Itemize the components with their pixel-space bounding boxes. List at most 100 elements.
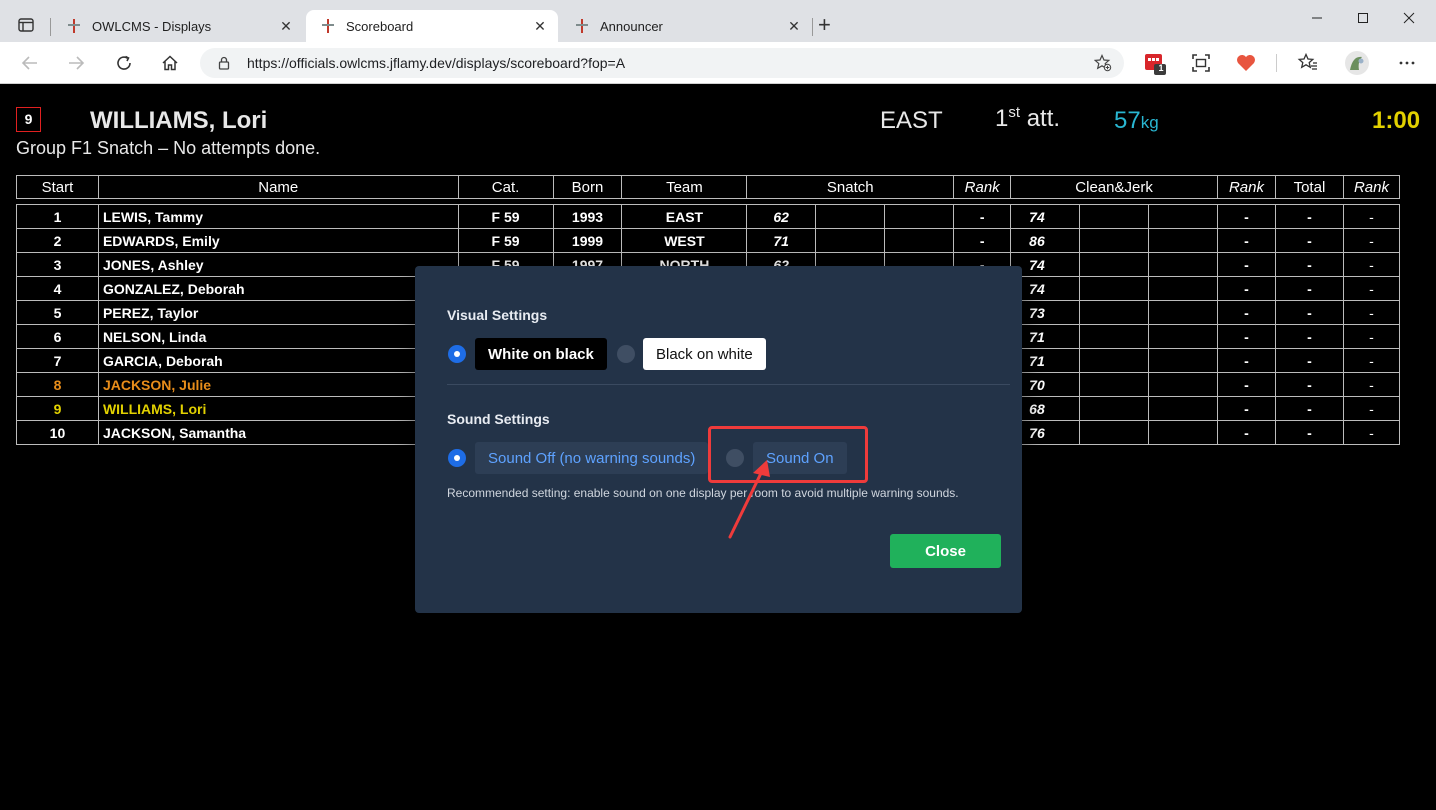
snatch-2-cell xyxy=(815,228,886,253)
start-cell: 1 xyxy=(16,204,99,229)
snatch-3-cell xyxy=(884,204,955,229)
attempt-timer: 1:00 xyxy=(1372,107,1421,134)
header-clean-jerk: Clean&Jerk xyxy=(1010,175,1218,199)
black-on-white-option[interactable]: Black on white xyxy=(643,338,766,370)
cj-rank-cell: - xyxy=(1217,276,1276,301)
total-rank-cell: - xyxy=(1342,204,1401,229)
white-on-black-option[interactable]: White on black xyxy=(475,338,607,370)
minimize-window-icon[interactable] xyxy=(1294,8,1340,28)
home-icon[interactable] xyxy=(158,51,182,75)
category-cell: F 59 xyxy=(457,204,554,229)
cj-2-cell xyxy=(1079,372,1150,397)
tab-separator xyxy=(50,18,51,36)
start-cell: 3 xyxy=(16,252,99,277)
annotation-arrow-icon xyxy=(728,460,770,539)
favorites-icon[interactable] xyxy=(1297,52,1319,74)
header-start: Start xyxy=(16,175,99,199)
maximize-window-icon[interactable] xyxy=(1340,8,1386,28)
address-bar[interactable]: https://officials.owlcms.jflamy.dev/disp… xyxy=(200,48,1124,78)
radio-sound-off[interactable] xyxy=(448,449,466,467)
snatch-1-cell: 71 xyxy=(746,228,817,253)
sound-recommendation-note: Recommended setting: enable sound on one… xyxy=(447,486,959,500)
header-name: Name xyxy=(97,175,459,199)
born-cell: 1993 xyxy=(552,204,623,229)
browser-tab-bar: OWLCMS - Displays ✕ Scoreboard ✕ Announc… xyxy=(0,0,1436,42)
header-snatch: Snatch xyxy=(746,175,955,199)
forward-arrow-icon[interactable] xyxy=(64,51,88,75)
tab-actions-icon[interactable] xyxy=(10,12,42,38)
start-cell: 9 xyxy=(16,396,99,421)
add-favorite-star-icon[interactable] xyxy=(1094,54,1112,72)
header-snatch-rank: Rank xyxy=(953,175,1012,199)
url-text[interactable]: https://officials.owlcms.jflamy.dev/disp… xyxy=(247,55,625,71)
snatch-rank-cell: - xyxy=(953,204,1012,229)
close-button[interactable]: Close xyxy=(890,534,1001,568)
team-cell: EAST xyxy=(621,204,748,229)
profile-avatar[interactable] xyxy=(1344,50,1370,76)
name-cell: EDWARDS, Emily xyxy=(97,228,459,253)
tab-owlcms-displays[interactable]: OWLCMS - Displays ✕ xyxy=(52,10,304,42)
start-cell: 10 xyxy=(16,420,99,445)
tab-label: Announcer xyxy=(600,18,663,34)
more-options-icon[interactable] xyxy=(1396,52,1418,74)
tab-separator xyxy=(812,18,813,36)
sound-off-option[interactable]: Sound Off (no warning sounds) xyxy=(475,442,709,474)
close-tab-icon[interactable]: ✕ xyxy=(786,18,802,34)
group-status-line: Group F1 Snatch – No attempts done. xyxy=(16,138,321,158)
header-born: Born xyxy=(552,175,623,199)
cj-3-cell xyxy=(1148,300,1218,325)
total-rank-cell: - xyxy=(1342,276,1401,301)
cj-rank-cell: - xyxy=(1217,252,1276,277)
reload-icon[interactable] xyxy=(112,51,136,75)
current-start-number: 9 xyxy=(16,107,41,132)
cj-3-cell xyxy=(1148,204,1218,229)
total-cell: - xyxy=(1274,348,1344,373)
lock-icon[interactable] xyxy=(216,55,232,71)
new-tab-plus-icon[interactable]: + xyxy=(818,14,831,36)
total-rank-cell: - xyxy=(1342,372,1401,397)
close-window-icon[interactable] xyxy=(1386,8,1432,28)
total-rank-cell: - xyxy=(1342,420,1401,445)
start-cell: 6 xyxy=(16,324,99,349)
heart-extension-icon[interactable] xyxy=(1235,52,1257,74)
toolbar-separator xyxy=(1276,54,1277,72)
cj-2-cell xyxy=(1079,252,1150,277)
cj-rank-cell: - xyxy=(1217,204,1276,229)
close-tab-icon[interactable]: ✕ xyxy=(532,18,548,34)
owlcms-favicon-icon xyxy=(322,19,334,33)
screenshot-capture-icon[interactable] xyxy=(1190,52,1212,74)
total-rank-cell: - xyxy=(1342,252,1401,277)
start-cell: 7 xyxy=(16,348,99,373)
cj-3-cell xyxy=(1148,324,1218,349)
cj-3-cell xyxy=(1148,252,1218,277)
cj-rank-cell: - xyxy=(1217,300,1276,325)
close-tab-icon[interactable]: ✕ xyxy=(278,18,294,34)
weight-unit: kg xyxy=(1140,113,1159,132)
back-arrow-icon[interactable] xyxy=(18,51,42,75)
owlcms-favicon-icon xyxy=(68,19,80,33)
current-athlete-name: WILLIAMS, Lori xyxy=(90,107,268,134)
total-cell: - xyxy=(1274,276,1344,301)
cj-3-cell xyxy=(1148,396,1218,421)
radio-black-on-white[interactable] xyxy=(617,345,635,363)
cj-rank-cell: - xyxy=(1217,228,1276,253)
cj-3-cell xyxy=(1148,372,1218,397)
header-total-rank: Rank xyxy=(1342,175,1401,199)
cj-1-cell: 86 xyxy=(1010,228,1081,253)
table-row: 2 EDWARDS, Emily F 59 1999 WEST 71-86- - - xyxy=(16,228,1401,253)
cj-3-cell xyxy=(1148,420,1218,445)
extension-badge: 1 xyxy=(1158,63,1164,73)
header-team: Team xyxy=(621,175,748,199)
tab-announcer[interactable]: Announcer ✕ xyxy=(560,10,812,42)
cj-2-cell xyxy=(1079,324,1150,349)
extension-calendar-icon[interactable]: 1 xyxy=(1144,52,1166,75)
radio-white-on-black[interactable] xyxy=(448,345,466,363)
cj-3-cell xyxy=(1148,228,1218,253)
cj-2-cell xyxy=(1079,396,1150,421)
total-rank-cell: - xyxy=(1342,324,1401,349)
name-cell: NELSON, Linda xyxy=(97,324,459,349)
snatch-rank-cell: - xyxy=(953,228,1012,253)
snatch-1-cell: 62 xyxy=(746,204,817,229)
total-rank-cell: - xyxy=(1342,348,1401,373)
tab-scoreboard[interactable]: Scoreboard ✕ xyxy=(306,10,558,42)
